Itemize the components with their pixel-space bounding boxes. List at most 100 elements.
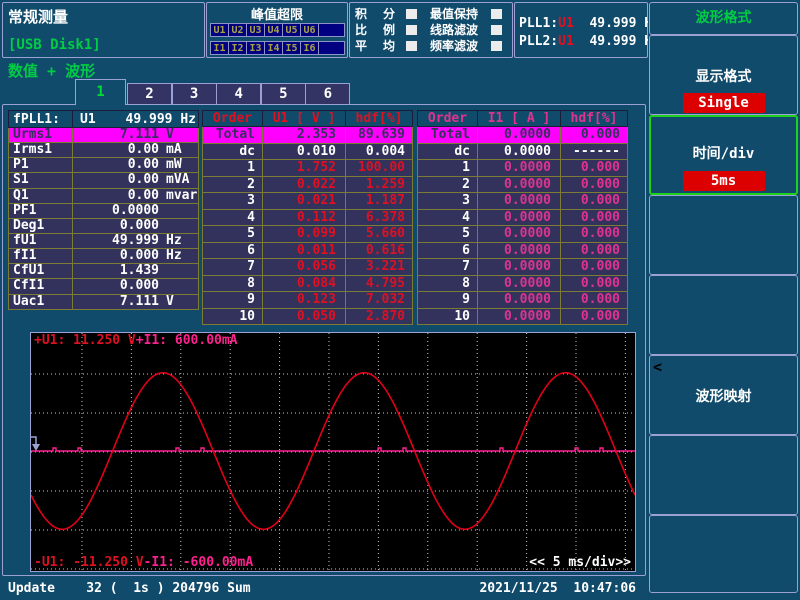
waveform-bottom-scale-label: -U1: -11.250 V-I1: -600.00mA — [34, 555, 253, 570]
harmonic-value: 0.010 — [263, 144, 346, 160]
measure-unit: mVA — [159, 173, 198, 187]
measure-name: P1 — [9, 158, 73, 172]
measure-row-uac1: Uac17.111V — [8, 295, 199, 310]
measure-unit: mvar — [159, 189, 198, 203]
measure-row-fu1: fU149.999Hz — [8, 234, 199, 249]
harmonic-order: 10 — [203, 309, 263, 325]
peak-cell-blank — [318, 23, 345, 37]
tab-4[interactable]: 4 — [216, 83, 261, 105]
measure-row-urms1: Urms17.111V — [8, 128, 199, 143]
tab-3[interactable]: 3 — [172, 83, 217, 105]
measure-value: 49.999 — [73, 234, 159, 248]
harmonic-hdf: 0.000 — [561, 226, 627, 242]
harmonic-value: 0.0000 — [478, 292, 561, 308]
softkey-sidebar: 波形格式 显示格式Single时间/div5ms<波形映射 — [648, 0, 800, 600]
harmonic-row-8: 80.0844.795 — [202, 276, 413, 293]
harmonic-order: dc — [418, 144, 478, 160]
pll-value: 49.999 Hz — [574, 34, 660, 49]
measure-value: 1.439 — [73, 264, 159, 278]
harmonic-row-6: 60.00000.000 — [417, 243, 628, 260]
tab-1[interactable]: 1 — [75, 79, 126, 105]
softkey-value-button[interactable]: Single — [683, 93, 765, 113]
status-bar: Update 32 ( 1s ) 204796 Sum 2021/11/25 1… — [0, 578, 646, 600]
harmonic-order: 8 — [418, 276, 478, 292]
col-value-header: U1 [ V ] — [263, 111, 346, 126]
softkey-empty-3 — [649, 275, 798, 355]
softkey-empty-6 — [649, 515, 798, 593]
harmonic-row-8: 80.00000.000 — [417, 276, 628, 293]
mode-toggle-label: 积 — [355, 8, 369, 21]
harmonic-value: 0.0000 — [478, 210, 561, 226]
collapse-menu-arrow-icon[interactable]: < — [653, 358, 662, 376]
mode-toggle-label: 均 — [383, 40, 397, 53]
harmonic-order: 6 — [203, 243, 263, 259]
softkey-section0[interactable]: 显示格式Single — [649, 35, 798, 115]
waveform-plot: +U1: 11.250 V+I1: 600.00mA -U1: -11.250 … — [30, 332, 636, 572]
filter-toggle-label: 最值保持 — [430, 8, 482, 21]
harmonic-hdf: ------ — [561, 144, 627, 160]
u1-harmonics-table: OrderU1 [ V ]hdf[%]Total2.35389.639dc0.0… — [202, 110, 413, 325]
harmonic-order: 4 — [418, 210, 478, 226]
harmonics-header: OrderU1 [ V ]hdf[%] — [202, 110, 413, 127]
filter-toggle-label: 线路滤波 — [430, 24, 482, 37]
harmonic-hdf: 0.000 — [561, 177, 627, 193]
harmonic-order: 7 — [418, 259, 478, 275]
softkey-div[interactable]: 时间/div 5ms — [649, 115, 798, 195]
harmonic-row-9: 90.1237.032 — [202, 292, 413, 309]
softkey-value-button[interactable]: 5ms — [683, 171, 765, 191]
measure-name: PF1 — [9, 204, 73, 218]
tab-5[interactable]: 5 — [261, 83, 306, 105]
tab-2[interactable]: 2 — [127, 83, 172, 105]
measure-name: Uac1 — [9, 295, 73, 309]
harmonic-order: 2 — [418, 177, 478, 193]
power-analyzer-screen: 常规测量 [USB Disk1] 峰值超限 U1U2U3U4U5U6 I1I2I… — [0, 0, 800, 600]
softkey-label: 时间/div — [651, 143, 796, 163]
softkey-section4[interactable]: <波形映射 — [649, 355, 798, 435]
pll-label: PLL1: — [519, 16, 558, 31]
harmonic-row-4: 40.00000.000 — [417, 210, 628, 227]
tab-6[interactable]: 6 — [305, 83, 350, 105]
harmonic-value: 0.056 — [263, 259, 346, 275]
peak-cell-i4: I4 — [264, 41, 283, 55]
measure-row-pf1: PF10.0000 — [8, 204, 199, 219]
measure-unit: Hz — [159, 234, 198, 248]
harmonic-order: dc — [203, 144, 263, 160]
measure-name: Q1 — [9, 189, 73, 203]
harmonic-value: 0.0000 — [478, 127, 561, 143]
harmonic-value: 0.0000 — [478, 193, 561, 209]
harmonic-row-2: 20.00000.000 — [417, 177, 628, 194]
waveform-top-scale-label: +U1: 11.250 V+I1: 600.00mA — [34, 333, 238, 348]
toggle-row: 积分最值保持 — [355, 7, 502, 21]
measurement-table-header: fPLL1: U1 49.999 Hz — [8, 110, 199, 128]
harmonic-hdf: 3.221 — [346, 259, 412, 275]
datetime: 2021/11/25 10:47:06 — [479, 581, 636, 596]
measure-name: CfI1 — [9, 279, 73, 293]
measure-row-q1: Q10.00mvar — [8, 189, 199, 204]
filter-toggle-checkbox — [491, 41, 502, 51]
measure-value: 0.0000 — [73, 204, 159, 218]
harmonic-hdf: 0.000 — [561, 276, 627, 292]
harmonic-order: 1 — [203, 160, 263, 176]
harmonic-hdf: 0.616 — [346, 243, 412, 259]
harmonic-row-3: 30.0211.187 — [202, 193, 413, 210]
mode-toggle-label: 例 — [383, 24, 397, 37]
softkey-empty-5 — [649, 435, 798, 515]
measure-row-p1: P10.00mW — [8, 158, 199, 173]
peak-cell-u4: U4 — [264, 23, 283, 37]
harmonic-order: 3 — [203, 193, 263, 209]
harmonic-order: 6 — [418, 243, 478, 259]
mode-toggle-label: 比 — [355, 24, 369, 37]
measure-value: 0.000 — [73, 219, 159, 233]
i1-harmonics-table: OrderI1 [ A ]hdf[%]Total0.00000.000dc0.0… — [417, 110, 628, 325]
measure-value: 0.000 — [73, 249, 159, 263]
col-order-header: Order — [418, 111, 478, 126]
harmonic-hdf: 0.000 — [561, 127, 627, 143]
peak-cell-i3: I3 — [246, 41, 265, 55]
harmonic-value: 0.0000 — [478, 243, 561, 259]
harmonic-hdf: 7.032 — [346, 292, 412, 308]
filter-toggle-checkbox — [491, 25, 502, 35]
pll-label: PLL2: — [519, 34, 558, 49]
measure-value: 0.00 — [73, 143, 159, 157]
harmonic-hdf: 2.870 — [346, 309, 412, 325]
usb-status: [USB Disk1] — [8, 37, 101, 53]
